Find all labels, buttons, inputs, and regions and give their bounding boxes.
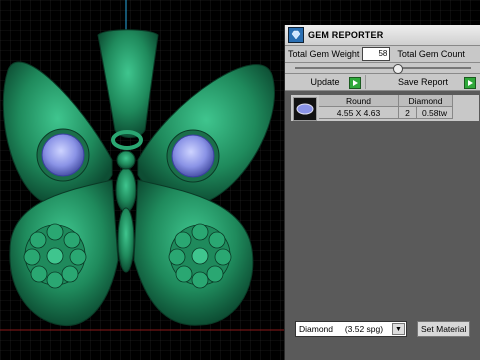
material-bar: Diamond (3.52 spg) ▼ Set Material — [285, 315, 480, 343]
gem-count: 2 — [399, 107, 417, 119]
total-weight-label: Total Gem Weight — [288, 49, 360, 59]
gem-reporter-icon — [288, 27, 304, 43]
gem-info-grid: Round Diamond 4.55 X 4.63 2 0.58tw — [319, 95, 453, 121]
play-icon — [464, 77, 476, 89]
gem-size: 4.55 X 4.63 — [319, 107, 399, 119]
material-select[interactable]: Diamond (3.52 spg) ▼ — [295, 321, 407, 337]
set-material-button[interactable]: Set Material — [417, 321, 471, 337]
gem-material: Diamond — [399, 95, 453, 107]
gem-weight: 0.58tw — [417, 107, 453, 119]
save-report-button[interactable]: Save Report — [366, 75, 480, 89]
round-gem-icon — [293, 97, 317, 121]
action-buttons-row: Update Save Report — [285, 74, 480, 91]
gem-shape: Round — [319, 95, 399, 107]
chevron-down-icon[interactable]: ▼ — [392, 323, 405, 335]
save-report-label: Save Report — [397, 77, 449, 87]
panel-title: GEM REPORTER — [308, 30, 384, 40]
gem-reporter-panel: GEM REPORTER Total Gem Weight 58 Total G… — [284, 25, 480, 360]
update-button[interactable]: Update — [285, 75, 366, 89]
material-select-value: Diamond (3.52 spg) — [299, 324, 384, 334]
total-weight-value[interactable]: 58 — [362, 47, 391, 61]
play-icon — [349, 77, 361, 89]
gem-list-item[interactable]: Round Diamond 4.55 X 4.63 2 0.58tw — [291, 95, 479, 121]
update-label: Update — [310, 77, 340, 87]
totals-row: Total Gem Weight 58 Total Gem Count — [285, 46, 480, 63]
panel-titlebar[interactable]: GEM REPORTER — [285, 25, 480, 46]
slider-track — [295, 67, 471, 69]
slider-thumb[interactable] — [393, 64, 403, 74]
total-count-label: Total Gem Count — [397, 49, 465, 59]
weight-slider[interactable] — [285, 63, 480, 74]
